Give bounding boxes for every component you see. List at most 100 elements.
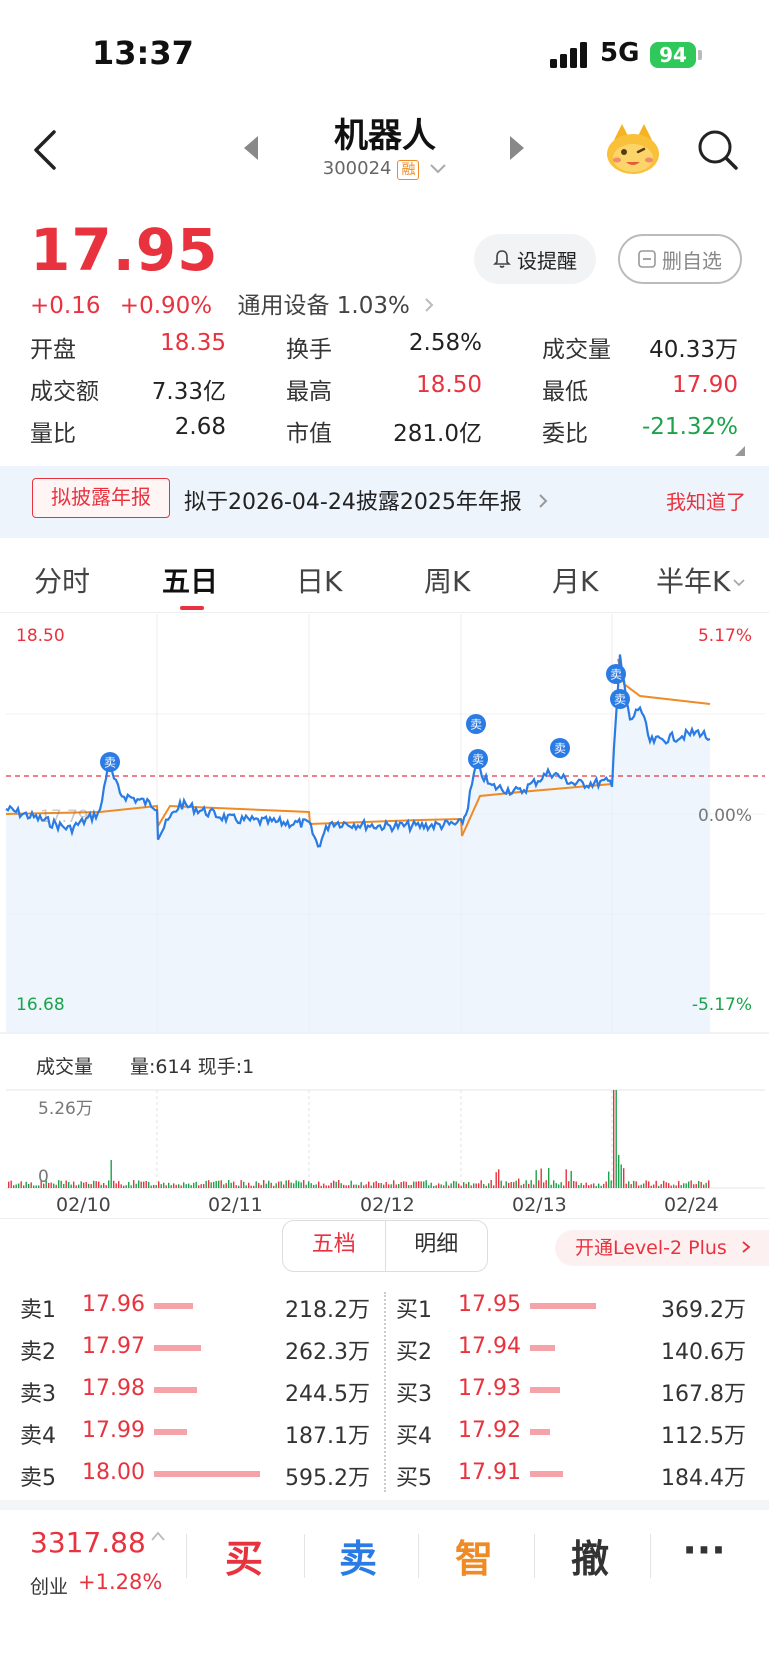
volume-bar	[505, 1181, 507, 1188]
volume-bar	[570, 1170, 572, 1188]
volume-bar	[130, 1185, 132, 1188]
volume-bar	[563, 1185, 565, 1188]
volume-bar	[358, 1185, 360, 1188]
stat-value: 2.58%	[408, 330, 482, 356]
volume-bar	[693, 1184, 695, 1188]
volume-bar	[498, 1169, 500, 1188]
five-day-price-chart[interactable]: 卖卖卖卖卖卖 18.50 17.79 16.68 5.17% 0.00% -5.…	[0, 614, 769, 1034]
tab-daily-k[interactable]: 日K	[296, 560, 342, 600]
index-value[interactable]: 3317.88	[30, 1526, 146, 1559]
volume-bar	[395, 1184, 397, 1188]
order-volume-bar	[530, 1471, 563, 1477]
action-button[interactable]: 智	[434, 1528, 514, 1583]
volume-bar	[445, 1181, 447, 1188]
volume-bar	[690, 1180, 692, 1188]
tab-five-day[interactable]: 五日	[162, 560, 218, 600]
volume-bar	[428, 1185, 430, 1188]
volume-bar	[458, 1183, 460, 1188]
level2-upgrade-button[interactable]: 开通Level-2 Plus	[555, 1230, 769, 1266]
volume-bar	[648, 1181, 650, 1188]
date-label: 02/12	[360, 1194, 415, 1216]
volume-bar	[23, 1185, 25, 1188]
notice-text[interactable]: 拟于2026-04-24披露2025年年报	[184, 484, 549, 516]
volume-bars	[8, 1090, 710, 1188]
search-icon[interactable]	[696, 128, 740, 172]
volume-bar	[423, 1181, 425, 1188]
level2-label: 开通Level-2 Plus	[575, 1237, 727, 1259]
remove-watchlist-button[interactable]: 删自选	[618, 234, 742, 284]
volume-bar	[493, 1185, 495, 1188]
tab-monthly-k[interactable]: 月K	[552, 560, 598, 600]
volume-bar	[558, 1184, 560, 1188]
tab-intraday[interactable]: 分时	[34, 560, 90, 600]
order-book-toggle: 五档 明细	[282, 1220, 488, 1272]
action-button[interactable]: 撤	[550, 1528, 630, 1583]
volume-bar	[205, 1180, 207, 1188]
action-button[interactable]: 卖	[318, 1528, 398, 1583]
back-icon[interactable]	[28, 128, 68, 172]
volume-bar	[510, 1181, 512, 1188]
tab-details[interactable]: 明细	[386, 1221, 488, 1271]
volume-bar	[635, 1181, 637, 1188]
tab-weekly-k[interactable]: 周K	[424, 560, 470, 600]
volume-bar	[393, 1180, 395, 1188]
volume-bar	[450, 1183, 452, 1188]
order-volume-bar	[154, 1345, 201, 1351]
order-level-label: 买2	[396, 1340, 432, 1365]
volume-bar	[258, 1182, 260, 1188]
volume-bar	[60, 1180, 62, 1188]
volume-bar	[698, 1180, 700, 1188]
volume-bar	[320, 1185, 322, 1188]
volume-bar	[123, 1185, 125, 1188]
average-price-line	[617, 658, 711, 705]
volume-bar	[475, 1183, 477, 1188]
volume-bar	[180, 1185, 182, 1188]
volume-bar	[325, 1185, 327, 1188]
volume-bar	[85, 1181, 87, 1188]
volume-bar	[608, 1171, 610, 1188]
volume-bar	[465, 1183, 467, 1188]
order-price: 17.92	[458, 1418, 521, 1443]
volume-bar	[95, 1181, 97, 1188]
sell-marker-label: 卖	[470, 718, 482, 732]
volume-bar	[315, 1184, 317, 1188]
volume-bar	[443, 1185, 445, 1188]
next-stock-icon[interactable]	[510, 136, 524, 160]
volume-bar	[63, 1183, 65, 1188]
volume-title: 成交量	[36, 1056, 94, 1078]
prev-stock-icon[interactable]	[244, 136, 258, 160]
volume-bar	[625, 1183, 627, 1188]
stock-code-row[interactable]: 300024 融	[300, 158, 470, 180]
volume-bar	[238, 1185, 240, 1188]
mascot-icon[interactable]	[604, 122, 662, 176]
volume-bar	[520, 1185, 522, 1188]
notice-dismiss-button[interactable]: 我知道了	[666, 486, 746, 515]
status-time: 13:37	[92, 34, 194, 72]
order-book-divider	[384, 1292, 386, 1492]
volume-bar	[240, 1180, 242, 1188]
price-change: +0.16	[30, 293, 101, 319]
volume-bar	[643, 1183, 645, 1188]
volume-bar	[220, 1180, 222, 1188]
action-button[interactable]: ···	[664, 1528, 744, 1572]
volume-bar	[293, 1183, 295, 1188]
volume-bar	[125, 1185, 127, 1188]
volume-bar	[448, 1185, 450, 1188]
volume-bar	[440, 1184, 442, 1188]
volume-bar	[533, 1184, 535, 1188]
volume-bar	[360, 1182, 362, 1188]
sector-link[interactable]: 通用设备 1.03%	[237, 293, 409, 319]
volume-bar	[688, 1181, 690, 1188]
tab-five-levels[interactable]: 五档	[283, 1221, 386, 1271]
order-level-label: 卖4	[20, 1424, 56, 1449]
volume-bar	[665, 1182, 667, 1188]
set-alert-button[interactable]: 设提醒	[474, 234, 596, 284]
volume-bar	[615, 1090, 617, 1188]
tab-half-year-k[interactable]: 半年K	[656, 560, 746, 600]
volume-bar	[198, 1185, 200, 1188]
action-button[interactable]: 买	[204, 1528, 284, 1583]
expand-corner-icon[interactable]	[735, 446, 745, 456]
volume-bar	[645, 1180, 647, 1188]
battery-icon: 94	[650, 42, 696, 68]
volume-bar	[58, 1180, 60, 1188]
